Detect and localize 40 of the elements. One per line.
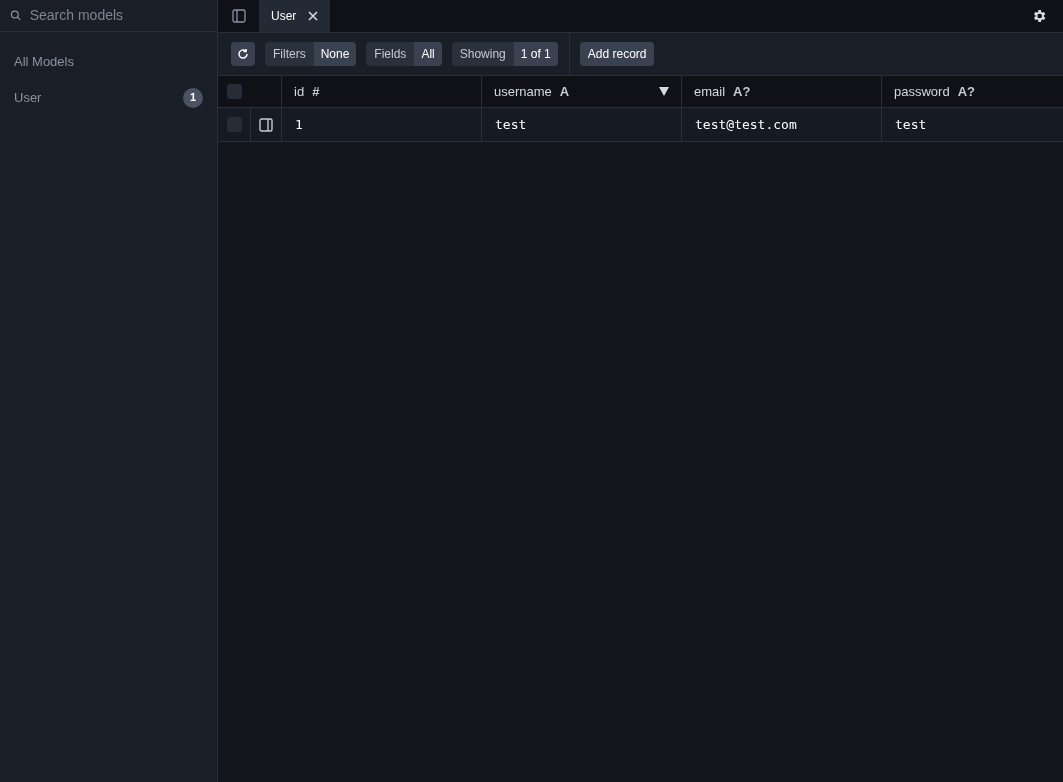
- sidebar-item[interactable]: User 1: [6, 85, 211, 110]
- column-header[interactable]: email A?: [682, 76, 882, 107]
- type-label: A?: [733, 82, 751, 101]
- group-value: None: [313, 42, 357, 66]
- column-name: id: [294, 82, 305, 101]
- refresh-button[interactable]: [231, 42, 255, 66]
- group-value: All: [414, 42, 442, 66]
- column-name: username: [494, 82, 552, 101]
- type-label: A: [559, 82, 570, 101]
- panel-icon[interactable]: [259, 117, 273, 132]
- type-label: #: [312, 82, 320, 101]
- toolbar-group[interactable]: Filters None: [265, 42, 357, 66]
- toolbar-group[interactable]: Showing 1 of 1: [451, 42, 558, 66]
- group-value: 1 of 1: [513, 42, 558, 66]
- table-cell: 1: [282, 108, 482, 141]
- column-header[interactable]: id #: [282, 76, 482, 107]
- group-label: Fields: [373, 46, 408, 63]
- column-name: email: [694, 82, 726, 101]
- sidebar-toggle-icon[interactable]: [231, 9, 246, 23]
- column-header[interactable]: password A?: [882, 76, 1063, 107]
- count-badge: 1: [183, 87, 203, 108]
- sidebar-heading: All Models: [13, 53, 75, 71]
- search-icon: [10, 9, 22, 22]
- sort-icon[interactable]: [659, 87, 669, 96]
- table-cell: test@test.com: [682, 108, 882, 141]
- tab[interactable]: User: [259, 0, 331, 32]
- refresh-icon: [237, 48, 249, 60]
- settings-icon[interactable]: [1031, 8, 1047, 24]
- add-record-button[interactable]: Add record: [579, 42, 655, 66]
- group-label: Filters: [272, 46, 307, 63]
- table-cell: test: [482, 108, 682, 141]
- table-cell-text: test: [894, 115, 928, 134]
- close-icon[interactable]: [308, 11, 319, 21]
- group-label: Showing: [458, 46, 507, 63]
- checkbox[interactable]: [226, 84, 242, 99]
- search-field[interactable]: Search models: [29, 5, 207, 26]
- type-label: A?: [957, 82, 975, 101]
- toolbar-group[interactable]: Fields All: [366, 42, 442, 66]
- column-header[interactable]: username A: [482, 76, 682, 107]
- column-name: password: [894, 82, 950, 101]
